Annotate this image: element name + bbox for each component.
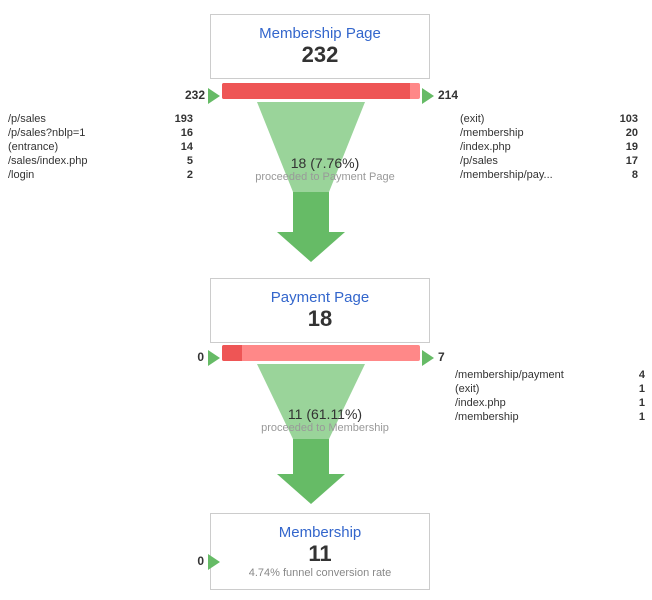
stage1-proceed-desc: proceeded to Payment Page [215, 171, 435, 183]
list-label: /p/sales [8, 113, 46, 125]
list-item: (entrance) 14 [8, 140, 193, 154]
funnel-container: Membership Page 232 232 214 /p/sales193/… [0, 0, 652, 600]
funnel-arrow-2 [257, 364, 365, 514]
list-label: /membership/payment [455, 369, 564, 381]
list-val: 1 [639, 411, 645, 423]
stage2-right-list: /membership/payment 4 (exit) 1/index.php 1/m… [455, 368, 645, 424]
list-label: (exit) [460, 113, 484, 125]
stage1-bar-bg [222, 83, 420, 99]
stage3-left-count: 0 [182, 554, 204, 568]
list-item: /membership/pay... 8 [460, 168, 638, 182]
stage2-proceed-desc: proceeded to Membership [215, 422, 435, 434]
list-label: /p/sales [460, 155, 498, 167]
stage2-bar-bg [222, 345, 420, 361]
list-item: /login 2 [8, 168, 193, 182]
list-val: 1 [639, 397, 645, 409]
list-label: (entrance) [8, 141, 58, 153]
list-val: 20 [626, 127, 638, 139]
funnel-arrow-1 [257, 102, 365, 272]
list-item: /membership 1 [455, 410, 645, 424]
stage3-number: 11 [225, 541, 415, 567]
list-val: 1 [639, 383, 645, 395]
stage1-right-list: (exit) 103/membership 20/index.php 19/p/sal… [460, 112, 638, 182]
stage2-title: Payment Page [225, 289, 415, 306]
stage1-proceed-pct: 18 (7.76%) [215, 155, 435, 171]
stage1-bar-fill [222, 83, 410, 99]
stage1-left-list: /p/sales 193/p/sales?nblp=1 16 (entrance) 14… [8, 112, 193, 182]
stage3-left-arrow [208, 554, 220, 570]
stage2-box: Payment Page 18 [210, 278, 430, 343]
list-val: 103 [620, 113, 638, 125]
stage1-left-count: 232 [170, 88, 205, 102]
list-label: /index.php [460, 141, 511, 153]
stage2-left-arrow [208, 350, 220, 366]
list-val: 4 [639, 369, 645, 381]
list-item: /membership 20 [460, 126, 638, 140]
list-item: (exit) 103 [460, 112, 638, 126]
stage2-right-arrow [422, 350, 434, 366]
list-val: 14 [181, 141, 193, 153]
list-label: /login [8, 169, 34, 181]
stage3-title: Membership [225, 524, 415, 541]
stage3-conversion: 4.74% funnel conversion rate [225, 567, 415, 579]
stage1-right-arrow [422, 88, 434, 104]
stage1-right-count: 214 [438, 88, 458, 102]
list-val: 8 [632, 169, 638, 181]
list-val: 2 [187, 169, 193, 181]
list-val: 17 [626, 155, 638, 167]
stage1-proceed-label: 18 (7.76%) proceeded to Payment Page [215, 155, 435, 183]
stage1-left-arrow [208, 88, 220, 104]
list-val: 19 [626, 141, 638, 153]
list-item: /p/sales?nblp=1 16 [8, 126, 193, 140]
list-val: 5 [187, 155, 193, 167]
stage2-number: 18 [225, 306, 415, 332]
list-item: (exit) 1 [455, 382, 645, 396]
stage2-proceed-label: 11 (61.11%) proceeded to Membership [215, 406, 435, 434]
list-item: /membership/payment 4 [455, 368, 645, 382]
list-item: /index.php 1 [455, 396, 645, 410]
stage3-box: Membership 11 4.74% funnel conversion ra… [210, 513, 430, 590]
list-item: /p/sales 193 [8, 112, 193, 126]
stage1-box: Membership Page 232 [210, 14, 430, 79]
stage2-right-count: 7 [438, 350, 445, 364]
stage2-left-count: 0 [182, 350, 204, 364]
list-label: /index.php [455, 397, 506, 409]
list-label: /sales/index.php [8, 155, 88, 167]
list-item: /sales/index.php 5 [8, 154, 193, 168]
list-item: /index.php 19 [460, 140, 638, 154]
stage1-title: Membership Page [225, 25, 415, 42]
stage2-proceed-pct: 11 (61.11%) [215, 406, 435, 422]
list-val: 193 [175, 113, 193, 125]
list-label: /membership [460, 127, 524, 139]
list-label: /membership/pay... [460, 169, 553, 181]
list-val: 16 [181, 127, 193, 139]
list-label: /p/sales?nblp=1 [8, 127, 85, 139]
stage2-bar-fill [222, 345, 242, 361]
list-item: /p/sales 17 [460, 154, 638, 168]
stage1-number: 232 [225, 42, 415, 68]
list-label: /membership [455, 411, 519, 423]
list-label: (exit) [455, 383, 479, 395]
